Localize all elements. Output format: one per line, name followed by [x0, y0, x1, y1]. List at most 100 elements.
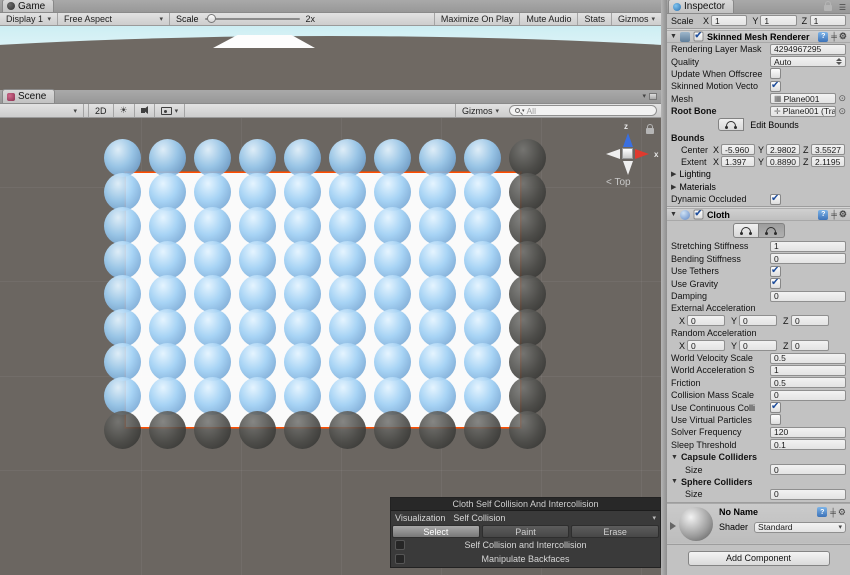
cloth-particle[interactable] — [194, 377, 231, 415]
cloth-particle[interactable] — [149, 343, 186, 381]
object-field[interactable]: ✛Plane001 (Tran — [770, 106, 836, 117]
extent-x-field[interactable]: 1.397 — [721, 156, 755, 167]
cloth-particle[interactable] — [374, 173, 411, 211]
shader-dropdown[interactable]: Standard ▾ — [754, 522, 846, 533]
cloth-particle[interactable] — [104, 377, 141, 415]
cloth-particle[interactable] — [149, 241, 186, 279]
center-y-field[interactable]: 2.9802 — [766, 144, 800, 155]
property-field[interactable]: 1 — [770, 365, 846, 376]
cloth-particle[interactable] — [464, 309, 501, 347]
axis-cone[interactable] — [606, 149, 620, 159]
cloth-particle[interactable] — [329, 173, 366, 211]
cloth-particle[interactable] — [419, 173, 456, 211]
display-dropdown[interactable]: Display 1▾ — [0, 13, 58, 25]
cloth-particle[interactable] — [509, 411, 546, 449]
vector-field[interactable]: 0 — [739, 340, 777, 351]
object-picker-icon[interactable]: ⊙ — [838, 93, 846, 104]
foldout-arrow-icon[interactable]: ▼ — [671, 478, 678, 485]
axis-cone[interactable] — [623, 161, 633, 175]
cloth-particle[interactable] — [239, 377, 276, 415]
cloth-tab-erase[interactable]: Erase — [571, 525, 659, 538]
property-field[interactable]: 0.5 — [770, 377, 846, 388]
cloth-particle[interactable] — [104, 411, 141, 449]
gear-icon[interactable]: ⚙ — [839, 31, 847, 42]
property-checkbox[interactable] — [770, 278, 781, 289]
edit-cloth-constraints-button[interactable] — [733, 223, 759, 238]
cloth-particle[interactable] — [104, 241, 141, 279]
scale-slider[interactable] — [205, 18, 300, 20]
cloth-particle[interactable] — [374, 343, 411, 381]
cloth-particle[interactable] — [239, 309, 276, 347]
object-field[interactable]: ▦Plane001 — [770, 93, 836, 104]
cloth-window-title[interactable]: Cloth Self Collision And Intercollision — [391, 498, 660, 511]
gear-icon[interactable]: ⚙ — [838, 507, 846, 518]
center-x-field[interactable]: -5.960 — [721, 144, 755, 155]
object-picker-icon[interactable]: ⊙ — [838, 106, 846, 117]
cloth-particle[interactable] — [149, 275, 186, 313]
cloth-particle[interactable] — [284, 139, 321, 177]
cloth-particle[interactable] — [239, 173, 276, 211]
cloth-particle[interactable] — [104, 309, 141, 347]
tab-list-icon[interactable] — [649, 93, 657, 100]
aspect-dropdown[interactable]: Free Aspect▾ — [58, 13, 170, 25]
cloth-particle[interactable] — [464, 207, 501, 245]
cloth-particle[interactable] — [194, 173, 231, 211]
cloth-particle[interactable] — [149, 377, 186, 415]
property-field[interactable]: 0 — [770, 464, 846, 475]
cloth-particle[interactable] — [419, 343, 456, 381]
cloth-particle[interactable] — [194, 139, 231, 177]
preset-icon[interactable]: ╪ — [830, 508, 835, 517]
cloth-particle[interactable] — [374, 411, 411, 449]
smr-enabled-checkbox[interactable] — [693, 32, 703, 42]
maximize-on-play-button[interactable]: Maximize On Play — [434, 13, 520, 25]
cloth-particle[interactable] — [419, 139, 456, 177]
cloth-particle[interactable] — [509, 241, 546, 279]
property-field[interactable]: 0.5 — [770, 353, 846, 364]
foldout-arrow-icon[interactable]: ▼ — [670, 211, 677, 218]
cloth-particle[interactable] — [149, 207, 186, 245]
cloth-particle[interactable] — [374, 139, 411, 177]
scale-z-field[interactable]: 1 — [810, 15, 846, 26]
cloth-particle[interactable] — [464, 173, 501, 211]
property-field[interactable]: 0 — [770, 291, 846, 302]
property-checkbox[interactable] — [770, 414, 781, 425]
cloth-particle[interactable] — [284, 173, 321, 211]
cloth-particle[interactable] — [419, 377, 456, 415]
cloth-particle[interactable] — [239, 343, 276, 381]
edit-cloth-self-collision-button[interactable] — [759, 223, 785, 238]
vector-field[interactable]: 0 — [791, 315, 829, 326]
property-field[interactable]: 0 — [770, 390, 846, 401]
vector-field[interactable]: 0 — [791, 340, 829, 351]
cloth-particle[interactable] — [104, 207, 141, 245]
cloth-particle[interactable] — [374, 241, 411, 279]
cloth-particle[interactable] — [374, 309, 411, 347]
cloth-row[interactable]: ▼Capsule Colliders — [667, 451, 850, 463]
property-field[interactable]: 0 — [770, 253, 846, 264]
cloth-particle[interactable] — [194, 411, 231, 449]
dynamic-occluded-checkbox[interactable] — [770, 194, 781, 205]
cloth-particle[interactable] — [419, 275, 456, 313]
cloth-particle[interactable] — [239, 411, 276, 449]
add-component-button[interactable]: Add Component — [688, 551, 830, 566]
extent-y-field[interactable]: 0.8890 — [766, 156, 800, 167]
materials-foldout[interactable]: ▶Materials — [667, 181, 850, 193]
cloth-particle[interactable] — [509, 343, 546, 381]
cloth-particle[interactable] — [509, 309, 546, 347]
property-checkbox[interactable] — [770, 81, 781, 92]
extent-z-field[interactable]: 2.1195 — [811, 156, 845, 167]
view-orientation-label[interactable]: < Top — [606, 177, 631, 188]
cloth-particle[interactable] — [464, 377, 501, 415]
axis-x-cone[interactable] — [635, 149, 649, 159]
cloth-particle[interactable] — [419, 309, 456, 347]
cloth-particle[interactable] — [509, 377, 546, 415]
cloth-particle[interactable] — [419, 241, 456, 279]
scene-gizmos-dropdown[interactable]: Gizmos▾ — [455, 104, 505, 117]
scene-search-input[interactable]: ▾ All — [509, 105, 657, 116]
cloth-tab-paint[interactable]: Paint — [482, 525, 570, 538]
cloth-particle[interactable] — [284, 343, 321, 381]
edit-bounds-button[interactable] — [718, 118, 744, 131]
preset-icon[interactable]: ╪ — [831, 32, 836, 41]
cloth-particle[interactable] — [329, 241, 366, 279]
cloth-particle[interactable] — [194, 309, 231, 347]
tab-scene[interactable]: Scene — [2, 89, 55, 103]
